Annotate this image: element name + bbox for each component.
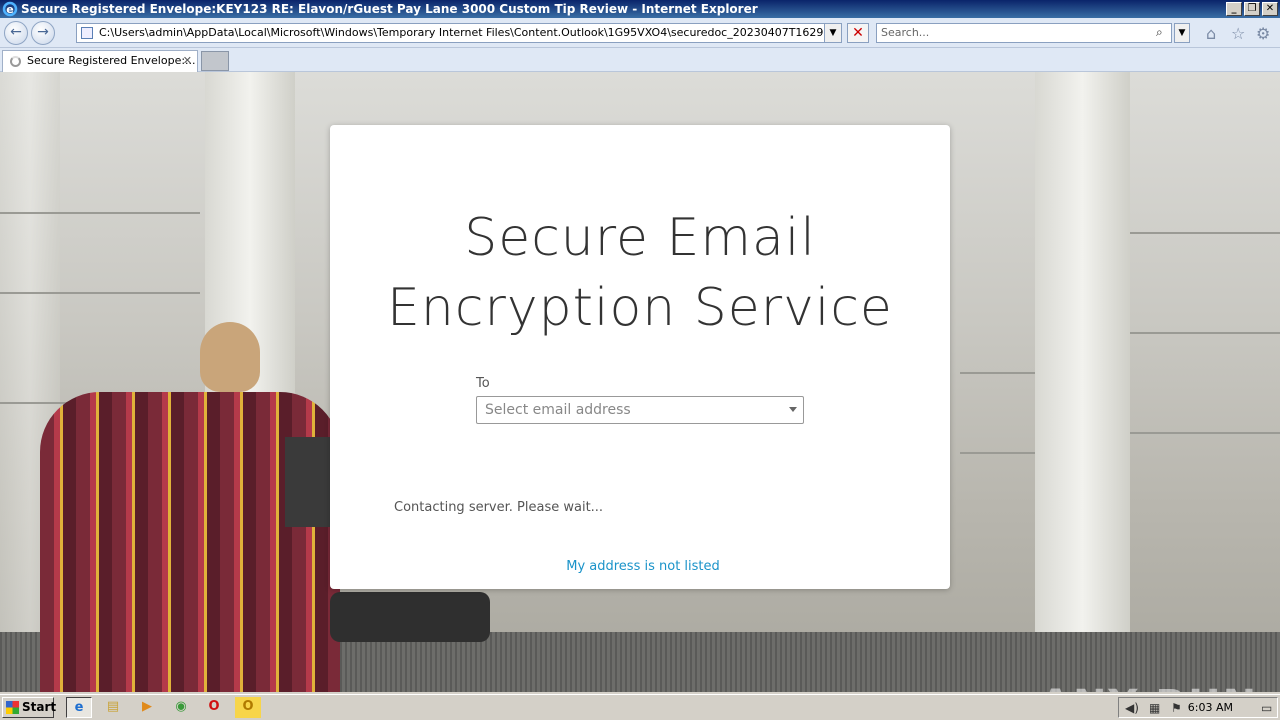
search-dropdown-button[interactable]: ▼ <box>1174 23 1190 43</box>
home-icon[interactable]: ⌂ <box>1206 24 1216 43</box>
favorites-icon[interactable]: ☆ <box>1231 24 1245 43</box>
ie-logo-icon: e <box>2 1 18 17</box>
anyrun-watermark: ANY RUN <box>1040 682 1258 692</box>
page-content: Secure Email Encryption Service To Selec… <box>0 72 1280 692</box>
outlook-icon[interactable]: O <box>235 697 261 718</box>
tab-bar: Secure Registered Envelope:... ✕ <box>0 48 1280 72</box>
folder-icon[interactable]: ▤ <box>100 697 126 718</box>
title-line-1: Secure Email <box>464 208 816 268</box>
window-title-bar: e Secure Registered Envelope:KEY123 RE: … <box>0 0 1280 18</box>
tools-gear-icon[interactable]: ⚙ <box>1256 24 1270 43</box>
address-bar[interactable]: C:\Users\admin\AppData\Local\Microsoft\W… <box>76 23 842 43</box>
taskbar: Start e ▤ ▶ ◉ O O ◀) ▦ ⚑ 6:03 AM ▭ <box>0 694 1280 720</box>
media-player-icon[interactable]: ▶ <box>134 697 160 718</box>
new-tab-button[interactable] <box>201 51 229 71</box>
clock: 6:03 AM <box>1187 701 1233 714</box>
opera-icon[interactable]: O <box>201 697 227 718</box>
ie-icon[interactable]: e <box>66 697 92 718</box>
title-line-2: Encryption Service <box>387 278 893 338</box>
chevron-down-icon <box>789 407 797 412</box>
forward-button[interactable]: → <box>31 21 55 45</box>
show-desktop-icon[interactable]: ▭ <box>1261 701 1272 715</box>
page-title: Secure Email Encryption Service <box>330 203 950 343</box>
page-icon <box>81 27 93 39</box>
window-title: Secure Registered Envelope:KEY123 RE: El… <box>21 2 758 16</box>
volume-icon[interactable]: ◀) <box>1125 701 1139 715</box>
to-label: To <box>476 376 490 391</box>
back-button[interactable]: ← <box>4 21 28 45</box>
address-dropdown-button[interactable]: ▼ <box>824 23 842 43</box>
svg-text:e: e <box>6 3 13 16</box>
restore-button[interactable]: ❐ <box>1244 2 1260 16</box>
windows-logo-icon <box>6 701 19 714</box>
tab-secure-envelope[interactable]: Secure Registered Envelope:... ✕ <box>2 50 198 72</box>
stop-button[interactable]: ✕ <box>847 23 869 43</box>
chrome-icon[interactable]: ◉ <box>168 697 194 718</box>
search-input[interactable]: Search... <box>876 23 1172 43</box>
start-label: Start <box>22 700 57 714</box>
status-message: Contacting server. Please wait... <box>394 500 604 515</box>
email-select-placeholder: Select email address <box>485 402 631 418</box>
encryption-service-card: Secure Email Encryption Service To Selec… <box>330 125 950 589</box>
close-tab-icon[interactable]: ✕ <box>183 51 192 71</box>
flag-icon[interactable]: ⚑ <box>1171 701 1182 715</box>
minimize-button[interactable]: _ <box>1226 2 1242 16</box>
navigation-bar: ← → C:\Users\admin\AppData\Local\Microso… <box>0 18 1280 48</box>
loading-spinner-icon <box>10 56 21 67</box>
email-address-select[interactable]: Select email address <box>476 396 804 424</box>
system-tray: ◀) ▦ ⚑ 6:03 AM ▭ <box>1118 697 1278 718</box>
address-text: C:\Users\admin\AppData\Local\Microsoft\W… <box>99 26 842 39</box>
tab-label: Secure Registered Envelope:... <box>27 54 196 67</box>
start-button[interactable]: Start <box>2 697 57 718</box>
network-icon[interactable]: ▦ <box>1149 701 1160 715</box>
address-not-listed-link[interactable]: My address is not listed <box>330 559 956 574</box>
close-window-button[interactable]: ✕ <box>1262 2 1278 16</box>
search-icon[interactable]: ⌕ <box>1156 25 1163 40</box>
